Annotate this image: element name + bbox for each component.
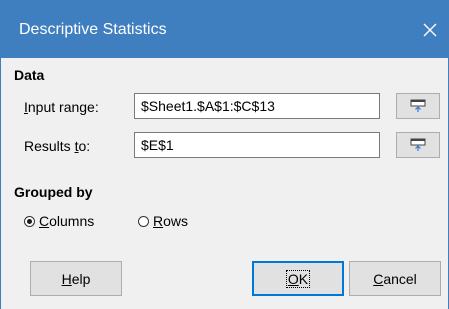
ok-button[interactable]: OK xyxy=(252,261,344,296)
radio-columns[interactable]: Columns xyxy=(24,213,94,229)
cancel-mnemonic: C xyxy=(373,270,384,287)
ok-label-rest: K xyxy=(298,270,309,287)
input-range-field[interactable]: $Sheet1.$A$1:$C$13 xyxy=(134,93,380,119)
results-to-shrink-button[interactable] xyxy=(396,132,440,158)
results-to-field[interactable]: $E$1 xyxy=(134,132,380,158)
ok-mnemonic: O xyxy=(287,270,299,287)
ok-button-label: OK xyxy=(285,269,311,288)
close-icon xyxy=(423,23,437,37)
radio-rows-label-rest: ows xyxy=(163,213,189,229)
input-range-label-rest: nput range: xyxy=(27,99,99,115)
input-range-label: Input range: xyxy=(24,99,99,115)
radio-columns-mnemonic: C xyxy=(39,213,50,229)
data-heading: Data xyxy=(14,67,45,83)
shrink-range-icon xyxy=(410,99,426,112)
results-to-label: Results to: xyxy=(24,138,90,154)
radio-columns-label-rest: olumns xyxy=(49,213,95,229)
radio-selected-dot xyxy=(27,218,32,224)
descriptive-statistics-dialog: Descriptive Statistics Data Input range:… xyxy=(0,0,449,309)
radio-rows-indicator[interactable] xyxy=(138,215,149,227)
help-button-label: Help xyxy=(62,271,91,287)
radio-columns-indicator[interactable] xyxy=(24,215,35,227)
help-button[interactable]: Help xyxy=(30,261,122,296)
help-mnemonic: H xyxy=(61,270,72,287)
grouped-by-heading: Grouped by xyxy=(14,184,93,200)
cancel-button[interactable]: Cancel xyxy=(349,261,441,296)
shrink-range-icon xyxy=(410,138,426,151)
radio-columns-label: Columns xyxy=(39,213,94,229)
input-range-shrink-button[interactable] xyxy=(396,93,440,119)
cancel-label-rest: ancel xyxy=(383,270,417,287)
results-to-label-after: o: xyxy=(78,138,91,154)
dialog-body: Data Input range: $Sheet1.$A$1:$C$13 Res… xyxy=(1,58,448,309)
radio-rows-mnemonic: R xyxy=(153,213,164,229)
window-title: Descriptive Statistics xyxy=(19,21,167,38)
cancel-button-label: Cancel xyxy=(373,271,417,287)
help-label-rest: elp xyxy=(71,270,91,287)
radio-rows[interactable]: Rows xyxy=(138,213,188,229)
close-button[interactable] xyxy=(410,14,449,46)
title-bar: Descriptive Statistics xyxy=(1,0,449,58)
radio-rows-label: Rows xyxy=(153,213,188,229)
results-to-label-before: Results xyxy=(24,138,75,154)
